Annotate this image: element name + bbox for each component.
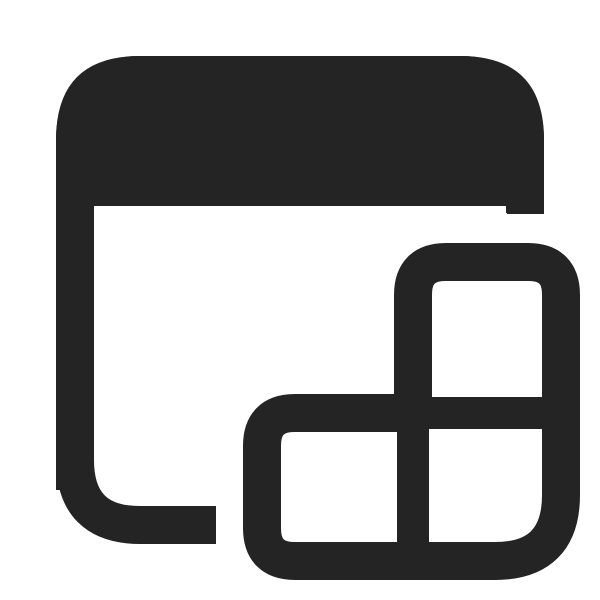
window-title-notch bbox=[507, 200, 544, 214]
icon-canvas bbox=[0, 0, 600, 600]
app-window-grid-icon bbox=[56, 56, 580, 580]
window-title-bar bbox=[56, 56, 544, 206]
